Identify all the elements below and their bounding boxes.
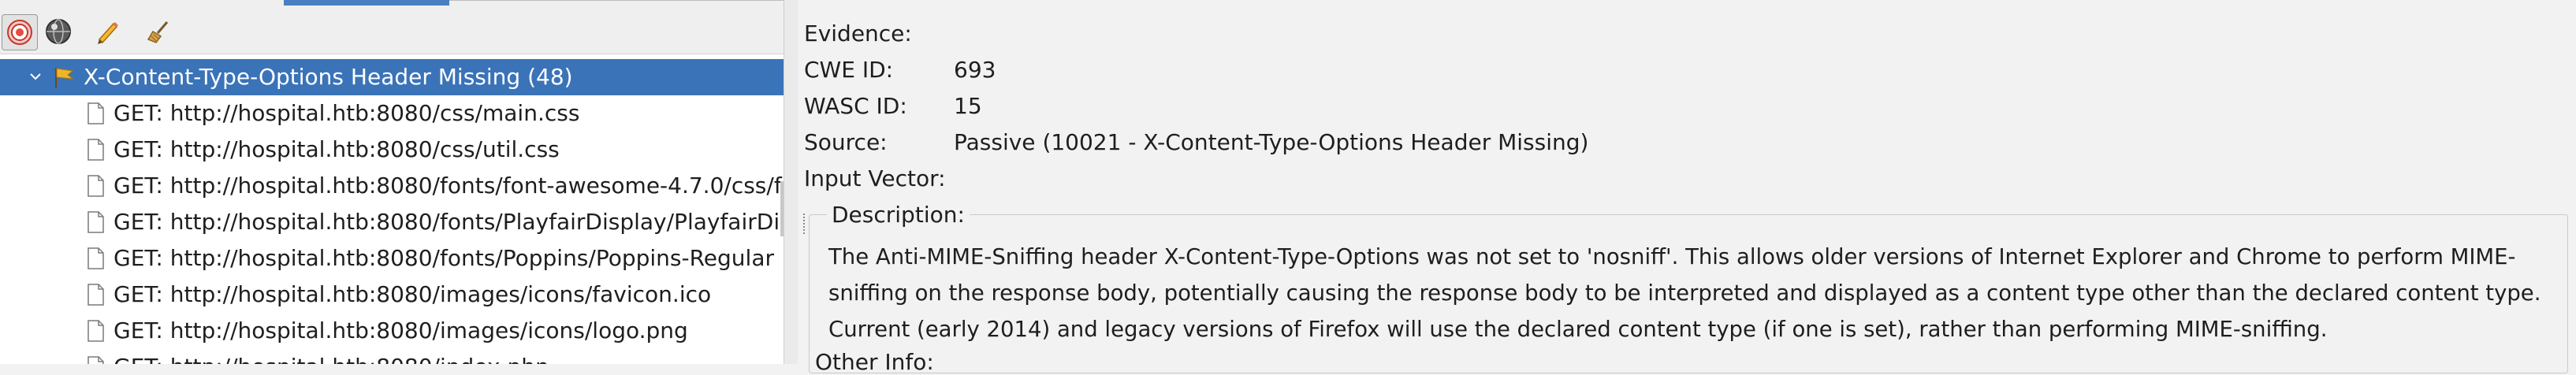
globe-button[interactable] — [41, 14, 76, 49]
alert-group-label: X-Content-Type-Options Header Missing (4… — [84, 64, 573, 90]
wasc-label: WASC ID: — [804, 93, 907, 119]
broom-icon — [147, 21, 169, 43]
alert-instance-label: GET: http://hospital.htb:8080/css/util.c… — [114, 136, 560, 162]
alert-group-row[interactable]: X-Content-Type-Options Header Missing (4… — [0, 59, 784, 95]
chevron-down-icon[interactable] — [24, 59, 47, 95]
cwe-label: CWE ID: — [804, 57, 894, 83]
wasc-value[interactable]: 15 — [954, 88, 982, 124]
alert-instance-row[interactable]: GET: http://hospital.htb:8080/css/util.c… — [0, 132, 784, 168]
document-icon — [87, 211, 104, 233]
description-title: Description: — [827, 198, 970, 232]
clear-button[interactable] — [142, 14, 177, 49]
alert-instance-label: GET: http://hospital.htb:8080/fonts/font… — [114, 173, 782, 199]
flag-icon — [55, 68, 74, 87]
source-label: Source: — [804, 129, 888, 155]
tab-adjacent[interactable]: ) — [449, 0, 784, 6]
drag-handle-icon[interactable] — [803, 213, 810, 234]
source-value: Passive (10021 - X-Content-Type-Options … — [954, 129, 1589, 155]
active-tab-indicator[interactable] — [284, 0, 449, 6]
description-section: Description: The Anti-MIME-Sniffing head… — [803, 198, 2568, 373]
alert-instance-row[interactable]: GET: http://hospital.htb:8080/index.php — [0, 349, 784, 364]
document-icon — [87, 356, 104, 364]
pane-splitter[interactable] — [784, 0, 799, 364]
alert-instance-row[interactable]: GET: http://hospital.htb:8080/fonts/Play… — [0, 204, 784, 240]
alert-instance-label: GET: http://hospital.htb:8080/fonts/Play… — [114, 209, 780, 235]
document-icon — [87, 247, 104, 269]
alerts-toolbar: ) — [0, 0, 784, 54]
alerts-tree-panel: ) — [0, 0, 784, 364]
alert-instance-label: GET: http://hospital.htb:8080/index.php — [114, 349, 549, 364]
alerts-tree: X-Content-Type-Options Header Missing (4… — [0, 59, 784, 364]
evidence-label: Evidence: — [804, 20, 912, 46]
document-icon — [87, 102, 104, 124]
edit-button[interactable] — [90, 14, 125, 49]
alert-details-panel: Evidence: CWE ID: 693 WASC ID: 15 Source… — [798, 0, 2576, 374]
document-icon — [87, 284, 104, 306]
document-icon — [87, 139, 104, 161]
alert-instance-label: GET: http://hospital.htb:8080/fonts/Popp… — [114, 245, 775, 271]
alert-instance-label: GET: http://hospital.htb:8080/images/ico… — [114, 281, 712, 307]
pencil-icon — [98, 22, 118, 44]
cwe-value[interactable]: 693 — [954, 52, 996, 88]
globe-icon — [46, 19, 71, 44]
document-icon — [87, 175, 104, 197]
description-text: The Anti-MIME-Sniffing header X-Content-… — [828, 244, 2541, 342]
alert-instance-label: GET: http://hospital.htb:8080/css/main.c… — [114, 100, 580, 126]
other-info-label: Other Info: — [815, 349, 934, 375]
target-icon — [7, 20, 32, 45]
alert-instance-row[interactable]: GET: http://hospital.htb:8080/fonts/Popp… — [0, 240, 784, 277]
input-vector-label: Input Vector: — [804, 165, 946, 191]
document-icon — [87, 320, 104, 342]
scan-target-button[interactable] — [2, 14, 38, 50]
alert-instance-row[interactable]: GET: http://hospital.htb:8080/images/ico… — [0, 277, 784, 313]
alert-instance-row[interactable]: GET: http://hospital.htb:8080/fonts/font… — [0, 168, 784, 204]
alert-instance-row[interactable]: GET: http://hospital.htb:8080/css/main.c… — [0, 95, 784, 132]
alert-instance-row[interactable]: GET: http://hospital.htb:8080/images/ico… — [0, 313, 784, 349]
alert-instance-label: GET: http://hospital.htb:8080/images/ico… — [114, 317, 688, 343]
